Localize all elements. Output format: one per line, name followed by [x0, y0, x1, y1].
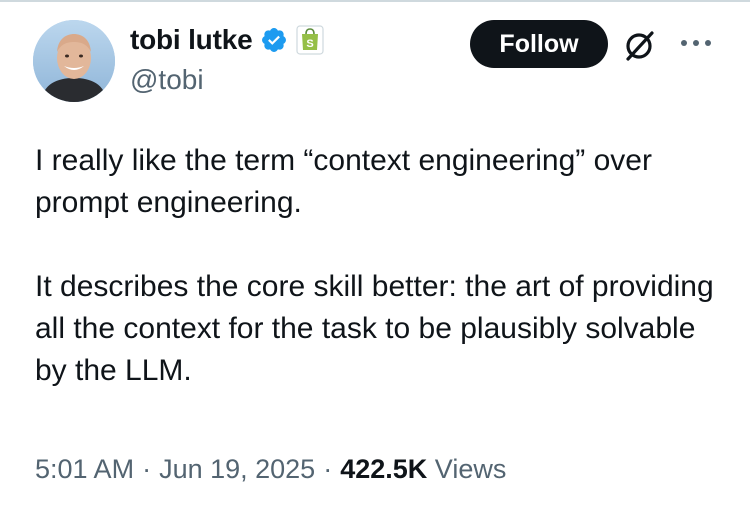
shopify-bag-icon[interactable]: S: [296, 25, 325, 55]
verified-badge-icon[interactable]: [260, 26, 288, 54]
tweet-paragraph: It describes the core skill better: the …: [35, 270, 714, 387]
meta-separator: ·: [142, 454, 152, 484]
tweet-date[interactable]: Jun 19, 2025: [159, 454, 315, 484]
meta-separator: ·: [323, 454, 333, 484]
tweet-meta: 5:01 AM · Jun 19, 2025 · 422.5K Views: [35, 454, 506, 485]
grok-icon[interactable]: [622, 28, 658, 64]
author-handle[interactable]: @tobi: [130, 64, 204, 96]
tweet-paragraph: I really like the term “context engineer…: [35, 144, 652, 219]
author-name-row: tobi lutke S: [130, 22, 325, 58]
follow-button[interactable]: Follow: [470, 20, 608, 68]
tweet-time[interactable]: 5:01 AM: [35, 454, 134, 484]
avatar[interactable]: [33, 20, 115, 102]
tweet-text: I really like the term “context engineer…: [35, 140, 735, 392]
views-label: Views: [434, 454, 507, 484]
more-horizontal-icon[interactable]: [678, 36, 714, 50]
svg-text:S: S: [307, 38, 314, 50]
avatar-image: [33, 20, 115, 102]
view-count: 422.5K: [340, 454, 428, 484]
top-divider: [0, 0, 750, 2]
author-name[interactable]: tobi lutke: [130, 24, 253, 56]
